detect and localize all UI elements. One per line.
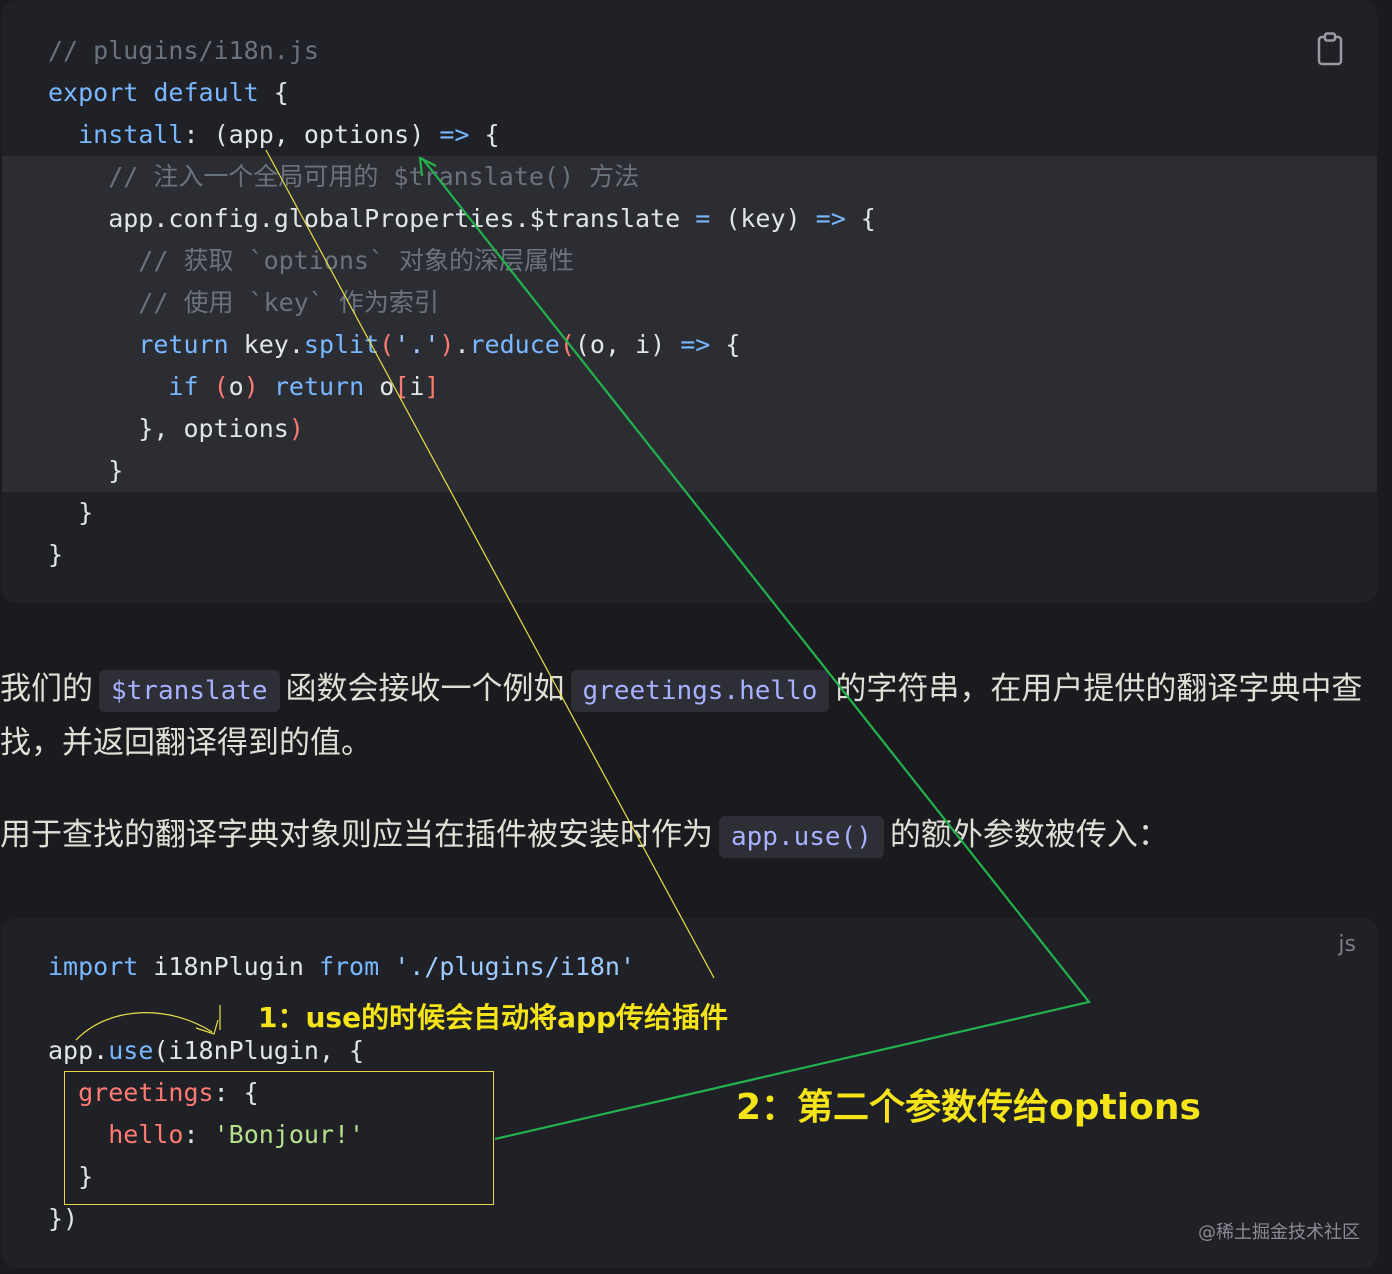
inline-code-greetings-hello: greetings.hello [570, 670, 830, 712]
code2-line-3: app.use(i18nPlugin, { [48, 1036, 365, 1065]
paragraph-dictionary-desc: 用于查找的翻译字典对象则应当在插件被安装时作为 app.use() 的额外参数被传入… [0, 808, 1380, 862]
code1-line-7: // 使用 `key` 作为索引 [48, 288, 439, 317]
code1-line-1: // plugins/i18n.js [48, 36, 319, 65]
clipboard-icon[interactable] [1317, 32, 1343, 66]
para1-text-middle: 函数会接收一个例如 [285, 671, 565, 707]
options-highlight-box [64, 1071, 494, 1205]
watermark: @稀土掘金技术社区 [1198, 1222, 1360, 1243]
annotation-note-1: 1：use的时候会自动将app传给插件 [258, 1001, 729, 1034]
code1-line-3: install: (app, options) => { [78, 120, 500, 149]
code1-line-12: } [48, 498, 94, 527]
code1-line-9: if (o) return o[i] [168, 372, 440, 401]
para2-text-before: 用于查找的翻译字典对象则应当在插件被安装时作为 [0, 817, 713, 853]
code1-line-2: export default { [48, 78, 289, 107]
language-label: js [1338, 932, 1356, 957]
inline-code-translate: $translate [99, 670, 280, 712]
code1-line-5: app.config.globalProperties.$translate =… [48, 204, 876, 233]
code1-line-6: // 获取 `options` 对象的深层属性 [48, 246, 575, 275]
para1-text-before: 我们的 [0, 671, 93, 707]
code1-line-13: } [48, 540, 64, 569]
annotation-note-2: 2：第二个参数传给options [736, 1087, 1201, 1128]
para2-text-after: 的额外参数被传入： [889, 817, 1169, 853]
code1-line-8: return key.split('.').reduce((o, i) => { [138, 330, 741, 359]
inline-code-app-use: app.use() [719, 816, 884, 858]
code-plugin-i18n: // plugins/i18n.js export default { insta… [48, 30, 876, 576]
code2-line-1: import i18nPlugin from './plugins/i18n' [48, 952, 636, 981]
code1-line-11: } [48, 456, 124, 485]
paragraph-translate-desc: 我们的 $translate 函数会接收一个例如 greetings.hello 的字符… [0, 662, 1380, 770]
code1-line-4: // 注入一个全局可用的 $translate() 方法 [48, 162, 640, 191]
code1-line-10: }, options) [48, 414, 304, 443]
